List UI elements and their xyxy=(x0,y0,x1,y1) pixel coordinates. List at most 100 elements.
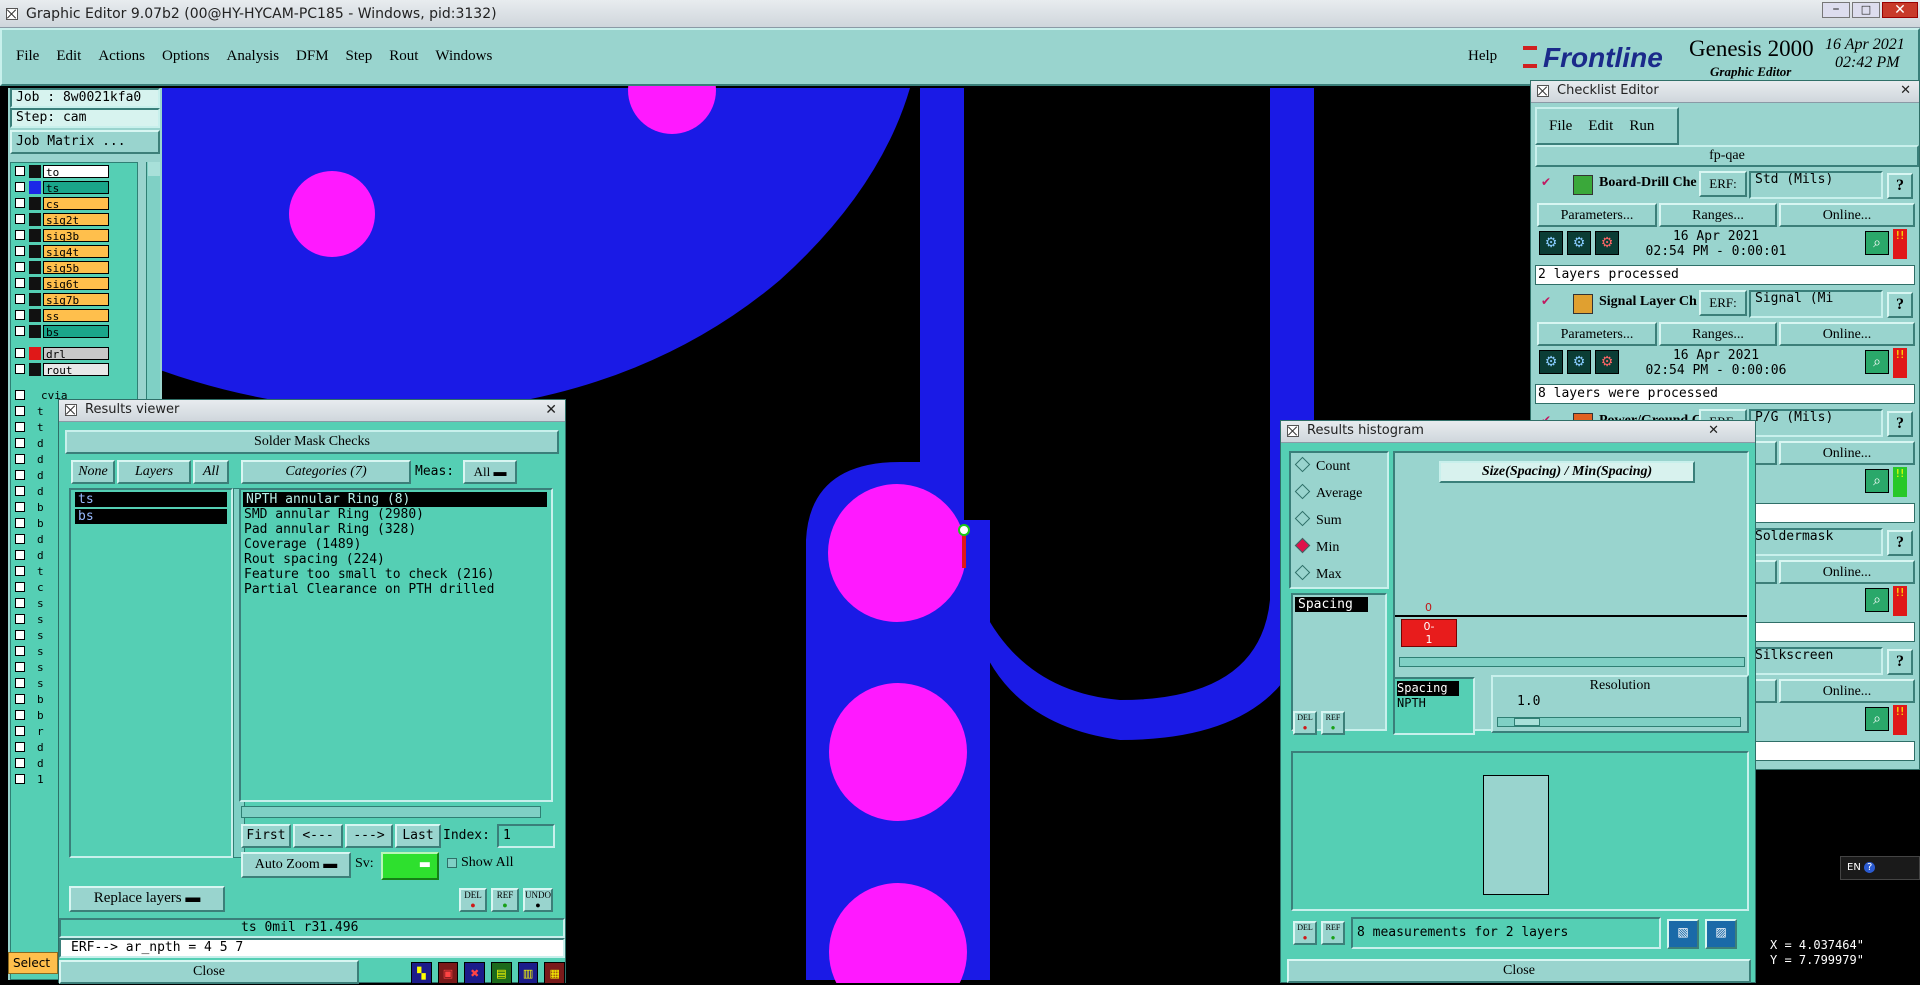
layer-checkbox[interactable] xyxy=(15,534,25,544)
online-button[interactable]: Online... xyxy=(1779,203,1915,227)
zoom-icon[interactable]: ⌕ xyxy=(1865,350,1889,374)
layer-name[interactable]: bs xyxy=(43,325,109,339)
layer-name[interactable]: b xyxy=(37,709,44,722)
online-button[interactable]: Online... xyxy=(1779,322,1915,346)
online-button[interactable]: Online... xyxy=(1779,441,1915,465)
layer-name[interactable]: s xyxy=(37,629,44,642)
layer-name[interactable]: sig2t xyxy=(43,213,109,227)
layer-checkbox[interactable] xyxy=(15,246,25,256)
parameters-button[interactable]: Parameters... xyxy=(1537,322,1657,346)
last-button[interactable]: Last xyxy=(395,824,441,848)
histogram-option-count[interactable]: Count xyxy=(1294,456,1350,475)
category-item[interactable]: Partial Clearance on PTH drilled xyxy=(241,582,551,597)
select-tab[interactable]: Select xyxy=(8,952,58,974)
language-tray[interactable]: EN ? xyxy=(1840,856,1920,880)
job-matrix-button[interactable]: Job Matrix ... xyxy=(10,130,160,154)
layer-name[interactable]: ss xyxy=(43,309,109,323)
checklist-close-icon[interactable]: ✕ xyxy=(1900,81,1911,101)
radio-diamond-icon[interactable] xyxy=(1294,483,1311,500)
layer-name[interactable]: sig3b xyxy=(43,229,109,243)
run-all-icon[interactable]: ⚙ xyxy=(1567,350,1591,374)
layer-name[interactable]: t xyxy=(37,565,44,578)
layer-name[interactable]: d xyxy=(37,549,44,562)
layer-checkbox[interactable] xyxy=(15,166,25,176)
maximize-icon[interactable]: □ xyxy=(1852,2,1880,18)
category-item[interactable]: SMD annular Ring (2980) xyxy=(241,507,551,522)
stop-icon[interactable]: ⚙ xyxy=(1595,350,1619,374)
layer-name[interactable]: cs xyxy=(43,197,109,211)
category-item[interactable]: Rout spacing (224) xyxy=(241,552,551,567)
first-button[interactable]: First xyxy=(241,824,291,848)
checklist-menu-run[interactable]: Run xyxy=(1629,118,1654,143)
hist-del2-button[interactable]: DEL ● xyxy=(1293,921,1317,945)
zoom-icon[interactable]: ⌕ xyxy=(1865,231,1889,255)
results-viewer-close-button[interactable]: Close xyxy=(59,960,359,984)
layer-name[interactable]: d xyxy=(37,741,44,754)
layer-checkbox[interactable] xyxy=(15,278,25,288)
ranges-button[interactable]: Ranges... xyxy=(1659,322,1777,346)
radio-diamond-icon[interactable] xyxy=(1294,564,1311,581)
radio-diamond-icon[interactable] xyxy=(1294,510,1311,527)
layer-checkbox[interactable] xyxy=(15,348,25,358)
all-layers-button[interactable]: All xyxy=(193,460,229,484)
tool-icon-1[interactable]: ▚ xyxy=(411,962,432,984)
zoom-icon[interactable]: ⌕ xyxy=(1865,707,1889,731)
layer-checkbox[interactable] xyxy=(15,326,25,336)
layer-name[interactable]: t xyxy=(37,421,44,434)
none-button[interactable]: None xyxy=(71,460,115,484)
ranges-button[interactable]: Ranges... xyxy=(1659,203,1777,227)
resolution-slider[interactable] xyxy=(1497,717,1741,727)
layer-checkbox[interactable] xyxy=(15,364,25,374)
hist-del-button[interactable]: DEL ● xyxy=(1293,711,1317,735)
layer-checkbox[interactable] xyxy=(15,486,25,496)
categories-button[interactable]: Categories (7) xyxy=(241,460,411,484)
layer-name[interactable]: s xyxy=(37,613,44,626)
layer-name[interactable]: d xyxy=(37,453,44,466)
layer-name[interactable]: c xyxy=(37,581,44,594)
show-all-checkbox[interactable] xyxy=(447,858,457,868)
layer-checkbox[interactable] xyxy=(15,742,25,752)
index-input[interactable]: 1 xyxy=(497,824,555,848)
tool-icon-2[interactable]: ▣ xyxy=(437,962,459,984)
layer-name[interactable]: r xyxy=(37,725,44,738)
help-icon[interactable]: ? xyxy=(1887,173,1913,199)
radio-diamond-icon[interactable] xyxy=(1294,456,1311,473)
menu-file[interactable]: File xyxy=(16,48,39,65)
layer-checkbox[interactable] xyxy=(15,262,25,272)
layer-name[interactable]: d xyxy=(37,485,44,498)
layer-name[interactable]: 1 xyxy=(37,773,44,786)
layer-checkbox[interactable] xyxy=(15,230,25,240)
layer-name[interactable]: sig5b xyxy=(43,261,109,275)
category-item[interactable]: Pad annular Ring (328) xyxy=(241,522,551,537)
prev-button[interactable]: <--- xyxy=(293,824,343,848)
run-icon[interactable]: ⚙ xyxy=(1539,350,1563,374)
menu-dfm[interactable]: DFM xyxy=(296,48,329,65)
layer-checkbox[interactable] xyxy=(15,662,25,672)
online-button[interactable]: Online... xyxy=(1779,560,1915,584)
check-enabled-icon[interactable]: ✔ xyxy=(1541,175,1553,189)
layer-name[interactable]: sig4t xyxy=(43,245,109,259)
next-button[interactable]: ---> xyxy=(345,824,393,848)
help-icon[interactable]: ? xyxy=(1887,649,1913,675)
histogram-option-min[interactable]: Min xyxy=(1294,537,1339,556)
categories-hscrollbar[interactable] xyxy=(241,806,541,818)
tool-icon-3[interactable]: ✖ xyxy=(464,962,486,984)
layer-name[interactable]: b xyxy=(37,693,44,706)
help-icon[interactable]: ? xyxy=(1887,530,1913,556)
del-button[interactable]: DEL ● xyxy=(459,888,487,912)
layer-checkbox[interactable] xyxy=(15,454,25,464)
zoom-icon[interactable]: ⌕ xyxy=(1865,469,1889,493)
histogram-close-button[interactable]: Close xyxy=(1287,959,1751,983)
category-item[interactable]: Coverage (1489) xyxy=(241,537,551,552)
layer-name[interactable]: ts xyxy=(43,181,109,195)
layer-checkbox[interactable] xyxy=(15,598,25,608)
histogram-hscrollbar[interactable] xyxy=(1399,657,1745,667)
layer-checkbox[interactable] xyxy=(15,550,25,560)
layer-name[interactable]: t xyxy=(37,405,44,418)
menu-options[interactable]: Options xyxy=(162,48,210,65)
layer-checkbox[interactable] xyxy=(15,646,25,656)
layer-name[interactable]: sig7b xyxy=(43,293,109,307)
layer-name[interactable]: b xyxy=(37,517,44,530)
layer-name[interactable]: s xyxy=(37,661,44,674)
layer-checkbox[interactable] xyxy=(15,630,25,640)
